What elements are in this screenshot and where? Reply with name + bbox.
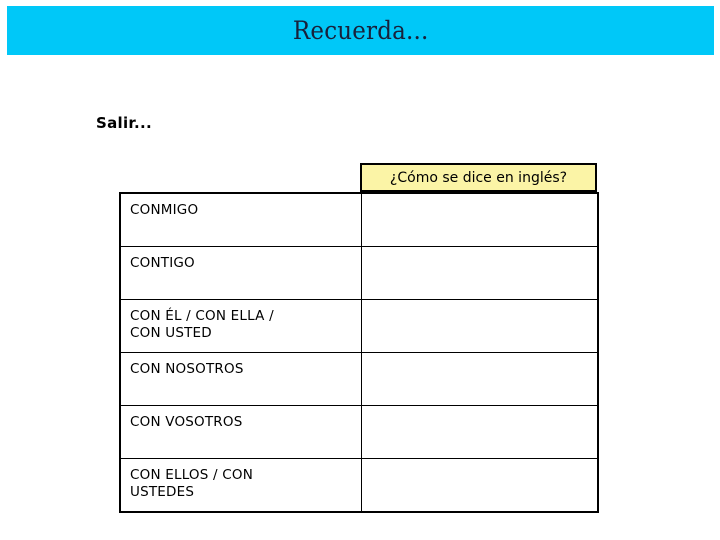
table-cell-term: CON NOSOTROS [119,351,362,407]
answer-value [362,459,598,467]
term-label: CON ÉL / CON ELLA / CON USTED [130,307,274,341]
term-label: CON NOSOTROS [130,360,244,377]
table-cell-term: CON VOSOTROS [119,405,362,460]
pronoun-practice-table: CONMIGO CONTIGO CON ÉL / CON ELLA / CON … [119,192,599,513]
table-row: CON NOSOTROS [119,351,599,407]
answer-value [362,406,598,414]
term-label: CON VOSOTROS [130,414,243,431]
table-cell-answer[interactable] [360,351,599,407]
table-cell-term: CON ELLOS / CON USTEDES [119,458,362,513]
term-label: CONMIGO [130,202,199,218]
table-row: CONTIGO [119,245,599,300]
table-cell-term: CONMIGO [119,192,362,247]
question-header-label: ¿Cómo se dice en inglés? [389,169,568,186]
title-banner: Recuerda... [7,6,714,55]
term-label: CONTIGO [130,254,195,271]
table-cell-answer[interactable] [360,405,599,460]
table-row: CON VOSOTROS [119,405,599,460]
table-cell-answer[interactable] [360,298,599,353]
table-cell-term: CON ÉL / CON ELLA / CON USTED [119,298,362,353]
answer-value [362,194,598,202]
answer-value [362,300,598,308]
page-title: Recuerda... [292,16,429,45]
table-row: CON ÉL / CON ELLA / CON USTED [119,298,599,353]
table-cell-answer[interactable] [360,192,599,247]
answer-value [362,247,598,255]
question-header-box: ¿Cómo se dice en inglés? [360,163,597,192]
table-cell-answer[interactable] [360,245,599,300]
answer-value [362,353,598,361]
table-row: CONMIGO [119,192,599,247]
section-subtitle: Salir... [96,114,152,132]
table-row: CON ELLOS / CON USTEDES [119,458,599,513]
term-label: CON ELLOS / CON USTEDES [130,467,254,501]
table-cell-term: CONTIGO [119,245,362,300]
table-cell-answer[interactable] [360,458,599,513]
